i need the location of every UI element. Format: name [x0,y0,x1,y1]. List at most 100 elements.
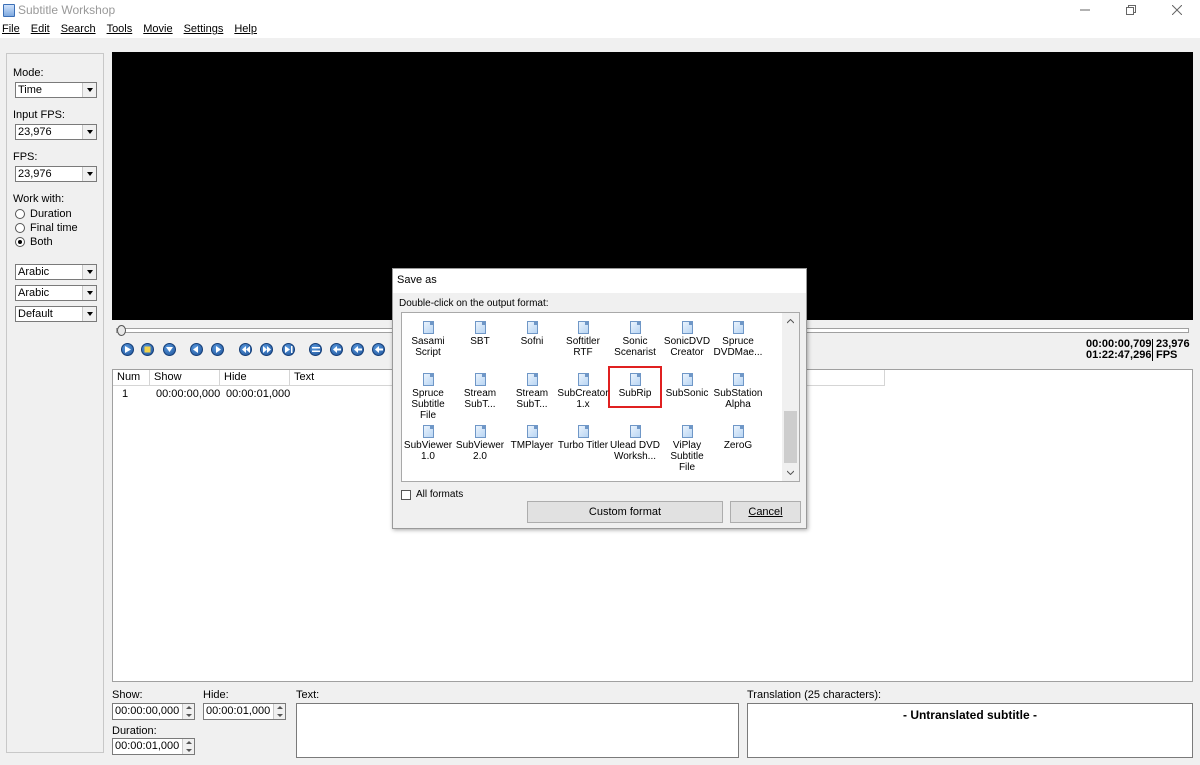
format-item-viplay-subtitle-file[interactable]: ViPlay Subtitle File [661,425,713,473]
menu-settings[interactable]: Settings [180,23,231,35]
format-item-turbo-titler[interactable]: Turbo Titler [557,425,609,451]
radio-duration[interactable]: Duration [15,208,72,220]
play-icon [125,346,131,353]
format-item-ulead-dvd-worksh[interactable]: Ulead DVD Worksh... [609,425,661,462]
menu-tools[interactable]: Tools [103,23,140,35]
language-select-1[interactable]: Arabic [15,264,97,280]
restore-button[interactable] [1108,0,1154,20]
skip-icon [284,346,292,353]
input-fps-select[interactable]: 23,976 [15,124,97,140]
menu-movie[interactable]: Movie [139,23,179,35]
fast-forward-button[interactable] [260,343,273,356]
format-label: SubStation [713,388,763,399]
document-icon [681,425,693,438]
format-item-tmplayer[interactable]: TMPlayer [506,425,558,451]
format-label: Sofni [520,336,544,347]
format-label: DVDMae... [713,347,763,358]
scroll-down-icon[interactable] [782,464,799,481]
next-frame-button[interactable] [282,343,295,356]
format-item-zerog[interactable]: ZeroG [712,425,764,451]
set-show-button[interactable] [309,343,322,356]
spinner-icon[interactable] [182,704,194,719]
document-icon [577,425,589,438]
format-item-softitler-rtf[interactable]: Softitler RTF [557,321,609,358]
radio-both[interactable]: Both [15,236,53,248]
custom-format-button[interactable]: Custom format [527,501,723,523]
back-button[interactable] [190,343,203,356]
menu-help[interactable]: Help [230,23,264,35]
format-label: RTF [573,347,593,358]
scroll-thumb[interactable] [784,411,797,463]
format-item-subviewer-1-0[interactable]: SubViewer 1.0 [402,425,454,462]
table-row[interactable]: 1 00:00:00,000 00:00:01,000 [113,387,290,402]
format-item-spruce-dvdmae[interactable]: Spruce DVDMae... [712,321,764,358]
format-item-sbt[interactable]: SBT [454,321,506,347]
vertical-scrollbar[interactable] [782,313,799,481]
checkbox[interactable] [401,489,411,500]
fps-label: FPS: [13,151,38,163]
radio-final-time[interactable]: Final time [15,222,78,234]
fps-select[interactable]: 23,976 [15,166,97,182]
format-item-sasami-script[interactable]: Sasami Script [402,321,454,358]
down-button[interactable] [163,343,176,356]
fast-forward-icon [262,346,271,353]
translation-label: Translation (25 characters): [747,689,882,701]
show-time-input[interactable]: 00:00:00,000 [112,703,195,720]
all-formats-checkbox[interactable]: All formats [401,489,463,500]
subtitle-text-input[interactable] [296,703,739,758]
radio-button[interactable] [15,223,25,233]
minimize-button[interactable] [1062,0,1108,20]
format-item-sonic-scenarist[interactable]: Sonic Scenarist [609,321,661,358]
set-hide-button[interactable] [330,343,343,356]
shift-right-button[interactable] [372,343,385,356]
document-icon [474,373,486,386]
hide-time-input[interactable]: 00:00:01,000 [203,703,286,720]
column-hide[interactable]: Hide [220,370,290,386]
format-item-spruce-subtitle-file[interactable]: Spruce Subtitle File [402,373,454,421]
format-item-subviewer-2-0[interactable]: SubViewer 2.0 [454,425,506,462]
format-list[interactable]: Sasami Script SBT Sofni Softitler RTF Sonic Sce… [401,312,800,482]
format-item-stream-subt[interactable]: Stream SubT... [454,373,506,410]
format-item-substation-alpha[interactable]: SubStation Alpha [712,373,764,410]
play-button[interactable] [121,343,134,356]
format-item-subcreator-1-x[interactable]: SubCreator 1.x [557,373,609,410]
document-icon [422,321,434,334]
format-item-subrip[interactable]: SubRip [609,373,661,399]
duration-input[interactable]: 00:00:01,000 [112,738,195,755]
column-show[interactable]: Show [150,370,220,386]
close-button[interactable] [1154,0,1200,20]
document-icon [422,425,434,438]
format-label: Alpha [725,399,751,410]
format-label: Softitler [566,336,600,347]
format-item-stream-subt[interactable]: Stream SubT... [506,373,558,410]
format-item-sofni[interactable]: Sofni [506,321,558,347]
radio-button[interactable] [15,209,25,219]
format-label: Scenarist [614,347,656,358]
stop-button[interactable] [141,343,154,356]
shift-left-button[interactable] [351,343,364,356]
spinner-icon[interactable] [182,739,194,754]
scroll-up-icon[interactable] [782,313,799,330]
menu-edit[interactable]: Edit [27,23,57,35]
format-item-subsonic[interactable]: SubSonic [661,373,713,399]
seek-thumb[interactable] [117,325,126,336]
dialog-title: Save as [393,269,806,293]
menu-file[interactable]: File [0,23,27,35]
radio-button-selected[interactable] [15,237,25,247]
forward-button[interactable] [211,343,224,356]
spinner-icon[interactable] [273,704,285,719]
cancel-button[interactable]: Cancel [730,501,801,523]
column-num[interactable]: Num [113,370,150,386]
text-label: Text: [296,689,320,701]
language-select-2[interactable]: Arabic [15,285,97,301]
translation-text-input[interactable]: - Untranslated subtitle - [747,703,1193,758]
encoding-select[interactable]: Default [15,306,97,322]
format-item-sonicdvd-creator[interactable]: SonicDVD Creator [661,321,713,358]
chevron-down-icon [82,286,96,300]
format-label: Creator [670,347,704,358]
chevron-down-icon [82,265,96,279]
rewind-button[interactable] [239,343,252,356]
menu-search[interactable]: Search [57,23,103,35]
mode-select[interactable]: Time [15,82,97,98]
arrow-left-icon [374,346,383,353]
